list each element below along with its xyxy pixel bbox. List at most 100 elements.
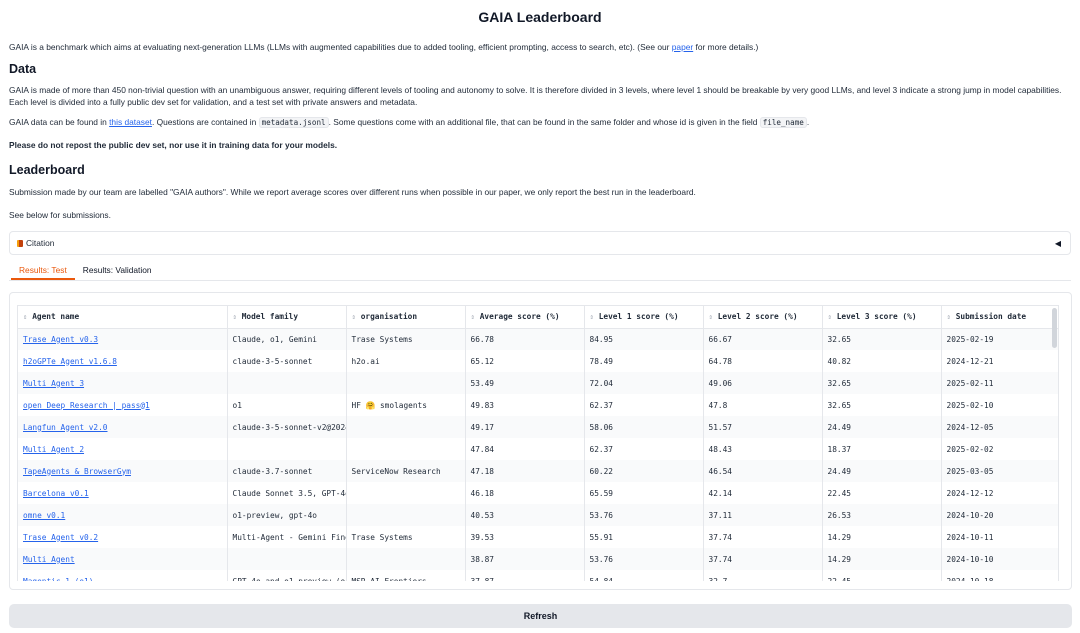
column-header[interactable]: ⇕ Submission date	[941, 306, 1058, 329]
agent-link[interactable]: Trase Agent v0.2	[23, 533, 98, 542]
data-description: GAIA is made of more than 450 non-trivia…	[9, 85, 1062, 107]
agent-link[interactable]: Trase Agent v0.3	[23, 335, 98, 344]
table-cell: 2024-10-11	[941, 526, 1058, 548]
agent-link[interactable]: open Deep Research | pass@1	[23, 401, 150, 410]
table-cell: 46.54	[703, 460, 823, 482]
citation-label: Citation	[26, 238, 55, 248]
citation-accordion[interactable]: Citation ◀	[9, 231, 1071, 255]
agent-link[interactable]: h2oGPTe Agent v1.6.8	[23, 357, 117, 366]
data-text: .	[806, 117, 810, 127]
agent-link[interactable]: Multi Agent	[23, 555, 75, 564]
column-header[interactable]: ⇕ Level 3 score (%)	[822, 306, 942, 329]
citation-label-wrap: Citation	[17, 238, 54, 248]
column-header[interactable]: ⇕ Level 1 score (%)	[584, 306, 704, 329]
table-cell: Barcelona v0.1	[18, 482, 228, 504]
table-cell: Trase Systems	[346, 526, 466, 548]
sort-icon: ⇕	[589, 313, 594, 322]
agent-link[interactable]: Langfun Agent v2.0	[23, 423, 108, 432]
table-cell: 62.37	[584, 394, 704, 416]
table-cell: 32.7	[703, 570, 823, 581]
table-cell: 53.76	[584, 504, 704, 526]
agent-link[interactable]: omne v0.1	[23, 511, 65, 520]
column-header[interactable]: ⇕ Average score (%)	[465, 306, 585, 329]
table-row: Barcelona v0.1 Claude Sonnet 3.5, GPT-4o 4…	[18, 482, 1058, 504]
agent-link[interactable]: Multi Agent 2	[23, 445, 84, 454]
table-cell: 54.84	[584, 570, 704, 581]
sort-icon: ⇕	[23, 313, 28, 322]
column-header[interactable]: ⇕ Model family	[227, 306, 347, 329]
table-cell: omne v0.1	[18, 504, 228, 526]
column-header-label: Level 2 score (%)	[717, 312, 798, 322]
table-cell: Trase Agent v0.2	[18, 526, 228, 548]
table-cell: 2024-10-10	[941, 548, 1058, 570]
agent-link[interactable]: Magentic-1 (o1)	[23, 577, 93, 582]
column-header-label: Agent name	[32, 312, 80, 322]
table-row: TapeAgents & BrowserGym claude-3.7-sonnet…	[18, 460, 1058, 482]
table-cell: Trase Agent v0.3	[18, 328, 228, 350]
table-cell: GPT-4o and o1-preview (o1	[227, 570, 347, 581]
table-cell: 22.45	[822, 570, 942, 581]
warning-text: Please do not repost the public dev set,…	[9, 140, 338, 150]
agent-link[interactable]: Multi Agent 3	[23, 379, 84, 388]
data-text: . Questions are contained in	[151, 117, 259, 127]
results-tabs: Results: Test Results: Validation	[9, 263, 1071, 281]
table-cell: 37.74	[703, 548, 823, 570]
results-table-container[interactable]: ⇕ Agent name ⇕ Model family ⇕ organisation ⇕ Av…	[17, 305, 1059, 581]
table-cell	[346, 548, 466, 570]
tab-results-validation[interactable]: Results: Validation	[75, 265, 160, 280]
data-heading: Data	[9, 62, 37, 76]
tab-results-test[interactable]: Results: Test	[11, 265, 75, 280]
table-cell: 51.57	[703, 416, 823, 438]
table-cell: Claude, o1, Gemini	[227, 328, 347, 350]
column-header-label: Level 3 score (%)	[836, 312, 917, 322]
data-location-paragraph: GAIA data can be found in this dataset. …	[9, 116, 1071, 129]
table-cell	[227, 372, 347, 394]
agent-link[interactable]: TapeAgents & BrowserGym	[23, 467, 131, 476]
column-header[interactable]: ⇕ Level 2 score (%)	[703, 306, 823, 329]
metadata-code: metadata.jsonl	[258, 117, 329, 128]
table-cell: MSR AI Frontiers	[346, 570, 466, 581]
table-row: open Deep Research | pass@1 o1 HF 🤗 smolag…	[18, 394, 1058, 416]
table-cell: 14.29	[822, 526, 942, 548]
table-cell: open Deep Research | pass@1	[18, 394, 228, 416]
sort-icon: ⇕	[351, 313, 356, 322]
paper-link[interactable]: paper	[672, 42, 693, 52]
table-cell: 40.53	[465, 504, 585, 526]
table-cell	[346, 504, 466, 526]
column-header[interactable]: ⇕ organisation	[346, 306, 466, 329]
collapse-triangle-icon[interactable]: ◀	[1055, 239, 1061, 248]
refresh-button[interactable]: Refresh	[9, 604, 1072, 628]
table-row: Trase Agent v0.2 Multi-Agent - Gemini Fin…	[18, 526, 1058, 548]
table-cell: 2024-10-20	[941, 504, 1058, 526]
table-cell: 2025-02-10	[941, 394, 1058, 416]
table-cell: 53.76	[584, 548, 704, 570]
table-cell: 2025-02-11	[941, 372, 1058, 394]
table-cell: 72.04	[584, 372, 704, 394]
table-cell: 38.87	[465, 548, 585, 570]
sort-icon: ⇕	[708, 313, 713, 322]
leaderboard-description: Submission made by our team are labelled…	[9, 187, 696, 197]
table-row: omne v0.1 o1-preview, gpt-4o 40.53 53.76 37.…	[18, 504, 1058, 526]
column-header[interactable]: ⇕ Agent name	[18, 306, 228, 329]
table-scrollbar[interactable]	[1052, 308, 1057, 348]
agent-link[interactable]: Barcelona v0.1	[23, 489, 89, 498]
table-cell: h2o.ai	[346, 350, 466, 372]
intro-text-end: for more details.)	[693, 42, 759, 52]
table-cell: claude-3-5-sonnet-v2@2024	[227, 416, 347, 438]
results-table: ⇕ Agent name ⇕ Model family ⇕ organisation ⇕ Av…	[18, 306, 1058, 581]
table-row: Magentic-1 (o1) GPT-4o and o1-preview (o1…	[18, 570, 1058, 581]
column-header-label: Submission date	[955, 312, 1027, 322]
column-header-label: Level 1 score (%)	[598, 312, 679, 322]
table-cell: 66.78	[465, 328, 585, 350]
table-cell: 2025-03-05	[941, 460, 1058, 482]
dataset-link[interactable]: this dataset	[109, 117, 152, 127]
table-row: Multi Agent 2 47.84 62.37 48.43 18.37 2025-02…	[18, 438, 1058, 460]
table-cell: 55.91	[584, 526, 704, 548]
table-cell: 65.59	[584, 482, 704, 504]
table-cell: 47.84	[465, 438, 585, 460]
sort-icon: ⇕	[232, 313, 237, 322]
column-header-label: organisation	[360, 312, 418, 322]
table-cell: Claude Sonnet 3.5, GPT-4o	[227, 482, 347, 504]
results-panel: ⇕ Agent name ⇕ Model family ⇕ organisation ⇕ Av…	[9, 292, 1072, 590]
table-cell: 24.49	[822, 460, 942, 482]
